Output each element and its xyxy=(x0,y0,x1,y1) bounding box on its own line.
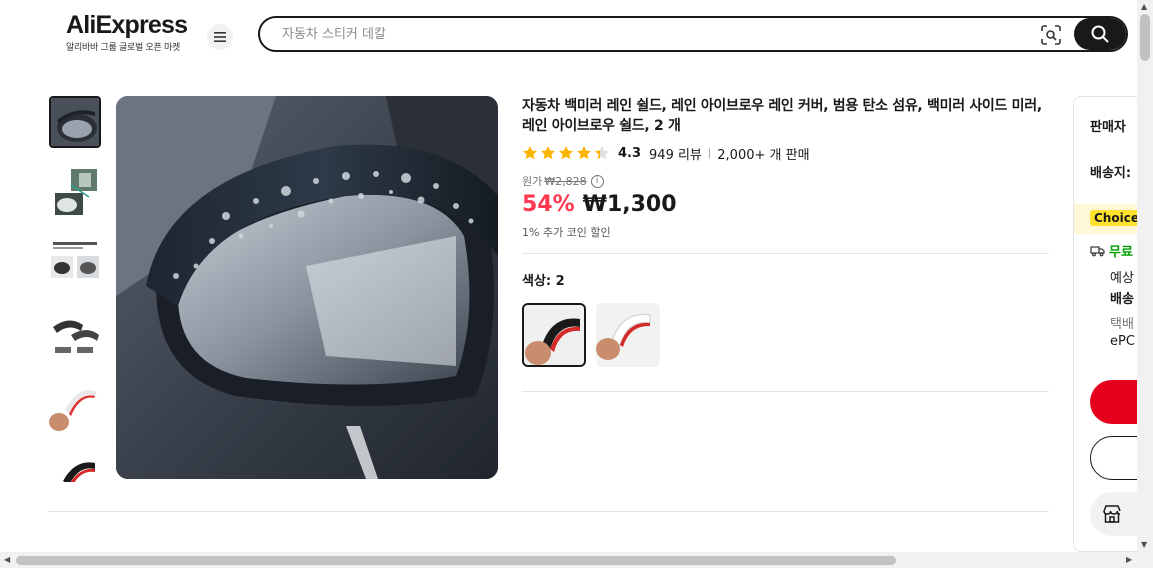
thumbnail-list xyxy=(48,96,102,482)
black-shield-swatch-image xyxy=(524,305,584,365)
clear-shield-swatch-image xyxy=(596,303,654,361)
star-full-icon xyxy=(541,146,555,160)
courier-label: 택배 xyxy=(1110,317,1134,332)
horizontal-scroll-thumb[interactable] xyxy=(16,556,896,565)
search-bar xyxy=(258,16,1128,52)
search-button[interactable] xyxy=(1074,18,1126,50)
color-option-2[interactable] xyxy=(596,303,660,367)
rating-row[interactable]: 4.3 949 리뷰 | 2,000+ 개 판매 xyxy=(522,144,1049,163)
product-title: 자동차 백미러 레인 쉴드, 레인 아이브로우 레인 커버, 범용 탄소 섬유,… xyxy=(522,98,1042,134)
product-page: AliExpress 알리바바 그룹 글로벌 오픈 마켓 자동차 스티커 데칼 … xyxy=(0,0,1153,568)
thumbnail-black-product-image xyxy=(49,451,101,482)
thumbnail-3[interactable] xyxy=(49,238,101,290)
choice-banner: Choice xyxy=(1074,204,1145,234)
rating-value: 4.3 xyxy=(618,145,642,161)
divider xyxy=(522,253,1049,254)
delivery-date: 배송 xyxy=(1110,292,1134,307)
section-divider xyxy=(48,511,1049,512)
star-partial-icon xyxy=(595,146,609,160)
original-price-row: 원가 ₩2,828 i xyxy=(522,174,1049,188)
scroll-right-icon[interactable]: ▶ xyxy=(1126,556,1132,564)
thumbnail-mirror-image xyxy=(51,98,99,146)
separator: | xyxy=(707,147,712,159)
ship-to-label[interactable]: 배송지: xyxy=(1090,162,1131,181)
thumbnail-hand-product-image xyxy=(49,380,101,432)
delivery-estimate-label: 예상 xyxy=(1110,271,1134,286)
aliexpress-logo[interactable]: AliExpress 알리바바 그룹 글로벌 오픈 마켓 xyxy=(66,12,196,53)
logo-text: AliExpress xyxy=(66,11,188,39)
star-full-icon xyxy=(523,146,537,160)
main-product-image[interactable] xyxy=(116,96,498,479)
thumbnail-4[interactable] xyxy=(49,309,101,361)
color-option-1[interactable] xyxy=(522,303,586,367)
thumbnail-product-image xyxy=(49,309,101,361)
image-search-button[interactable] xyxy=(1039,23,1063,47)
purchase-panel: 판매자 배송지: Choice 무료 예상 배송 택배 ePC xyxy=(1073,96,1145,552)
color-label: 색상: 2 xyxy=(522,274,565,289)
thumbnail-1[interactable] xyxy=(49,96,101,148)
scroll-left-icon[interactable]: ◀ xyxy=(4,556,10,564)
search-input[interactable] xyxy=(282,24,1022,44)
thumbnail-5[interactable] xyxy=(49,380,101,432)
price-row: 54% ₩1,300 xyxy=(522,192,1049,222)
current-price: ₩1,300 xyxy=(582,192,677,217)
review-count-link[interactable]: 949 리뷰 xyxy=(649,144,702,163)
courier-name: ePC xyxy=(1110,334,1135,349)
color-swatches xyxy=(522,303,1049,367)
thumbnail-instructions-image xyxy=(49,238,101,290)
mirror-rain-shield-photo xyxy=(116,96,498,479)
thumbnail-2[interactable] xyxy=(49,167,101,219)
vertical-scrollbar[interactable]: ▲ ▼ xyxy=(1137,0,1153,568)
thumbnail-6[interactable] xyxy=(49,451,101,482)
sold-count: 2,000+ 개 판매 xyxy=(717,147,810,163)
magnifier-icon xyxy=(1091,25,1109,43)
star-rating xyxy=(522,145,610,161)
logo-subtitle: 알리바바 그룹 글로벌 오픈 마켓 xyxy=(66,43,180,53)
original-price: ₩2,828 xyxy=(544,174,587,188)
info-icon[interactable]: i xyxy=(590,174,604,188)
free-shipping-text: 무료 xyxy=(1109,245,1133,260)
seller-label[interactable]: 판매자 xyxy=(1090,116,1126,135)
choice-badge: Choice xyxy=(1090,210,1143,226)
horizontal-scrollbar[interactable]: ◀ ▶ xyxy=(0,552,1137,568)
store-icon xyxy=(1103,505,1121,523)
scroll-up-icon[interactable]: ▲ xyxy=(1141,3,1147,11)
divider xyxy=(522,391,1049,392)
star-full-icon xyxy=(577,146,591,160)
menu-button[interactable] xyxy=(207,24,233,50)
star-full-icon xyxy=(559,146,573,160)
vertical-scroll-thumb[interactable] xyxy=(1140,14,1150,61)
coin-discount: 1% 추가 코인 할인 xyxy=(522,226,611,239)
original-price-label: 원가 xyxy=(522,175,543,188)
discount-percent: 54% xyxy=(522,192,575,217)
truck-icon xyxy=(1090,245,1105,256)
thumbnail-diagram-image xyxy=(49,167,101,219)
free-shipping: 무료 xyxy=(1090,241,1133,260)
scroll-down-icon[interactable]: ▼ xyxy=(1141,541,1147,549)
product-info: 자동차 백미러 레인 쉴드, 레인 아이브로우 레인 커버, 범용 탄소 섬유,… xyxy=(522,96,1049,392)
camera-lens-icon xyxy=(1041,25,1061,45)
hamburger-menu-icon xyxy=(214,32,226,42)
